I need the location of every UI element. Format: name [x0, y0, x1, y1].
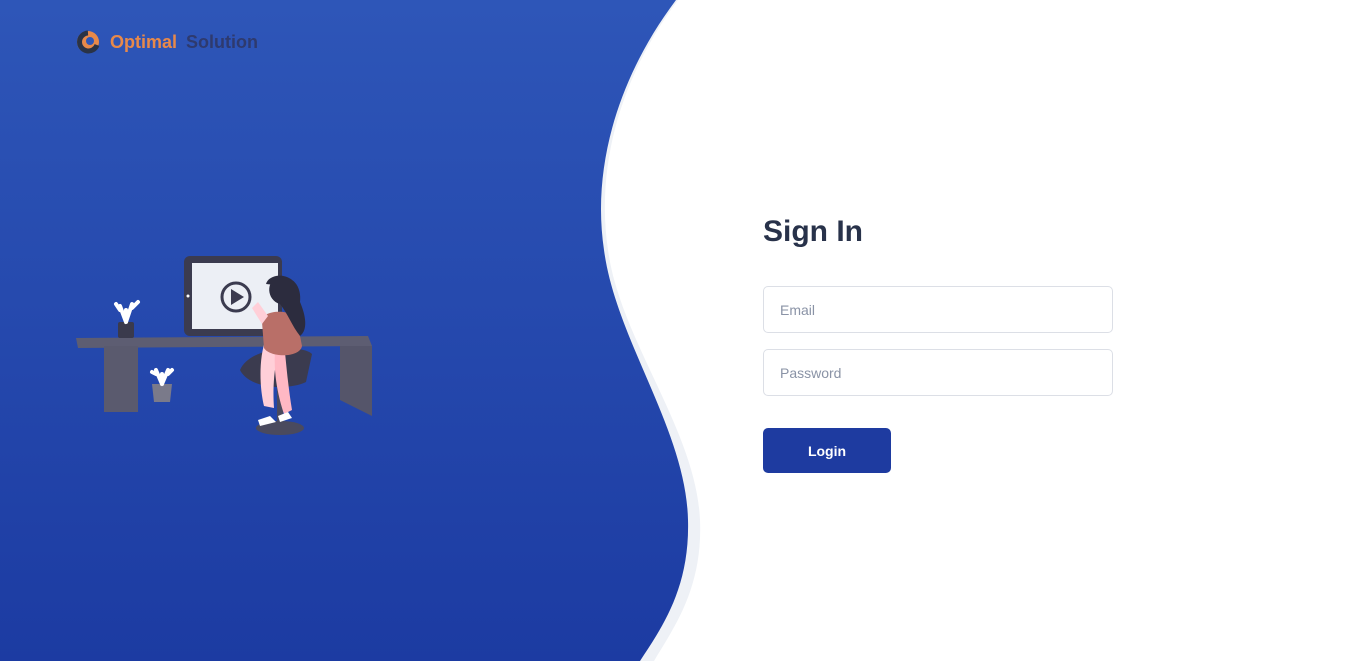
brand-name-part1: Optimal — [110, 32, 178, 52]
email-input[interactable] — [763, 286, 1113, 333]
desk-illustration — [76, 256, 372, 435]
page-title: Sign In — [763, 215, 863, 248]
brand-name-part2: Solution — [186, 32, 258, 52]
brand-logo[interactable]: Optimal Solution — [75, 29, 258, 55]
password-input[interactable] — [763, 349, 1113, 396]
login-page: Optimal Solution Sign In Email Login — [0, 0, 1347, 661]
login-form: Sign In Login — [763, 210, 1113, 473]
login-button[interactable]: Login — [763, 428, 891, 473]
logo-icon — [77, 30, 100, 54]
